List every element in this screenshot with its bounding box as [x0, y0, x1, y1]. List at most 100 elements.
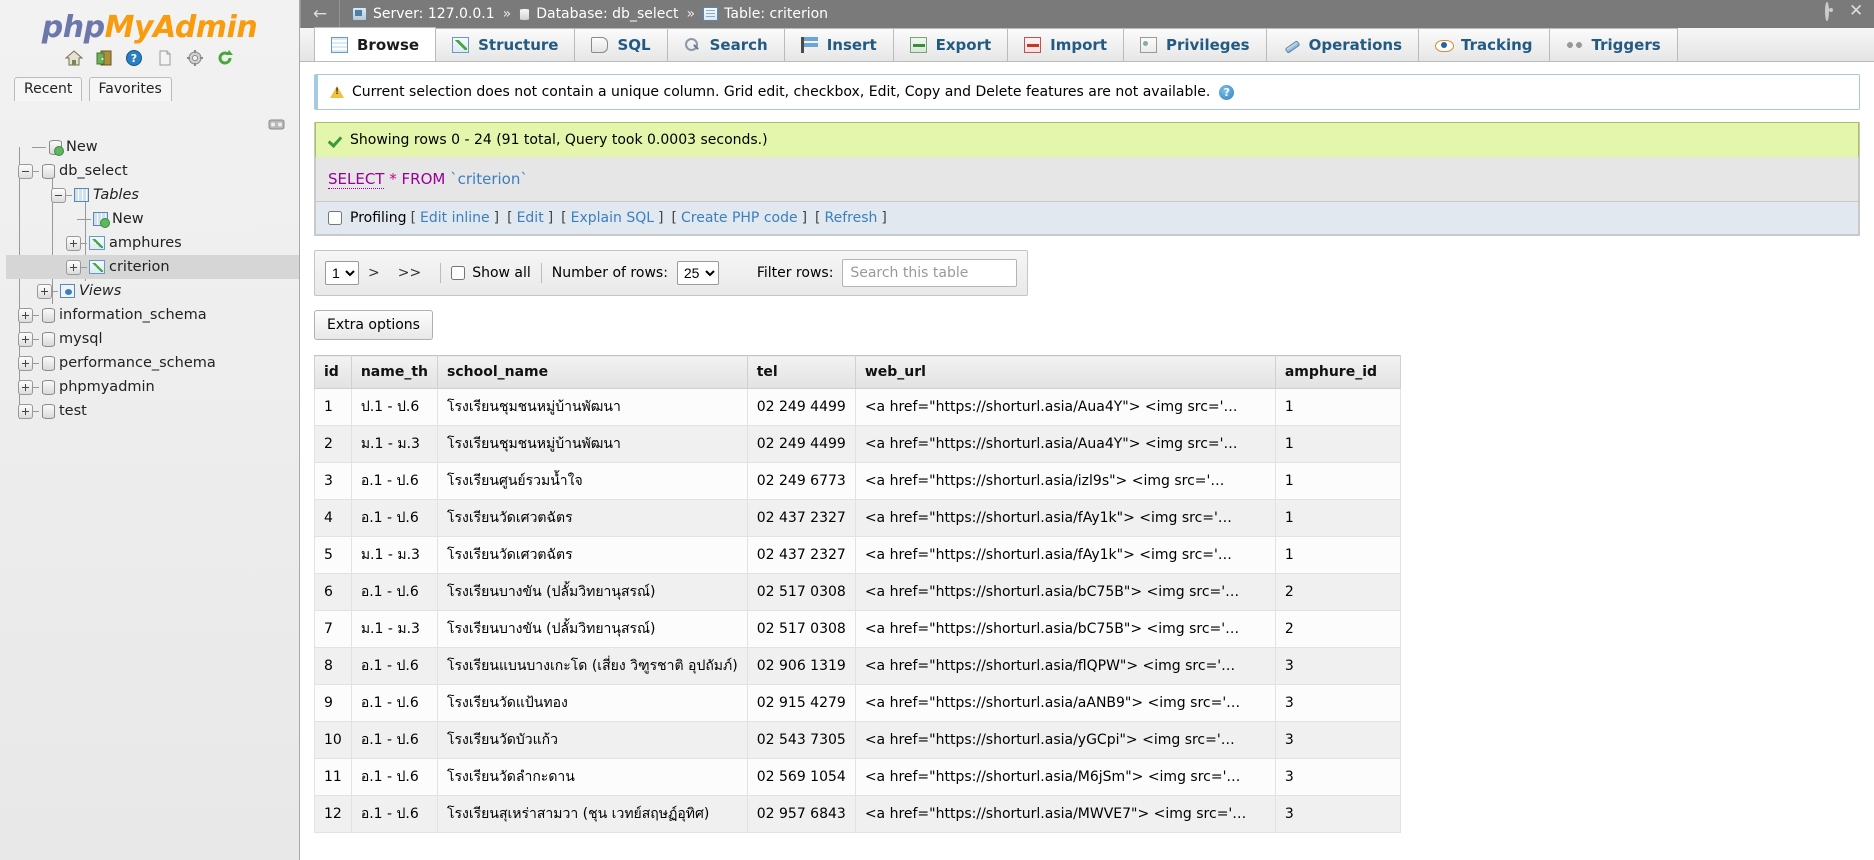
collapse-toggle-icon[interactable]: [18, 164, 33, 179]
table-row[interactable]: 8อ.1 - ป.6โรงเรียนแบนบางเกะโด (เสี่ยง วิ…: [315, 648, 1401, 685]
tab-label: Tracking: [1461, 36, 1533, 54]
tree-node-mysql[interactable]: mysql: [6, 327, 299, 351]
tree-node-new-database[interactable]: New: [6, 135, 299, 159]
home-icon[interactable]: [65, 49, 83, 67]
browse-icon: [331, 37, 348, 53]
help-icon[interactable]: ?: [1219, 85, 1234, 100]
tree-node-tables[interactable]: Tables: [6, 183, 299, 207]
breadcrumb-server[interactable]: Server: 127.0.0.1: [373, 6, 495, 22]
create-php-code-link[interactable]: Create PHP code: [681, 210, 798, 226]
column-header-school-name[interactable]: school_name: [437, 356, 747, 389]
refresh-link[interactable]: Refresh: [825, 210, 878, 226]
rows-per-page-select[interactable]: 25: [677, 261, 719, 285]
favorites-tab[interactable]: Favorites: [89, 77, 172, 101]
edit-inline-link[interactable]: Edit inline: [420, 210, 490, 226]
breadcrumb-table[interactable]: Table: criterion: [724, 6, 828, 22]
tab-privileges[interactable]: Privileges: [1124, 28, 1267, 61]
recent-tab[interactable]: Recent: [14, 77, 82, 101]
expand-toggle-icon[interactable]: [18, 356, 33, 371]
table-row[interactable]: 11อ.1 - ป.6โรงเรียนวัดลำกะดาน02 569 1054…: [315, 759, 1401, 796]
column-header-web-url[interactable]: web_url: [855, 356, 1275, 389]
column-header-name-th[interactable]: name_th: [351, 356, 437, 389]
show-all-checkbox[interactable]: [451, 266, 465, 280]
expand-toggle-icon[interactable]: [18, 380, 33, 395]
table-row[interactable]: 7ม.1 - ม.3โรงเรียนบางขัน (ปลั้มวิทยานุสร…: [315, 611, 1401, 648]
tab-insert[interactable]: Insert: [785, 28, 894, 61]
bracket-open: [: [503, 210, 516, 226]
sync-icon[interactable]: [268, 118, 285, 131]
cell-id: 4: [315, 500, 352, 537]
settings-gear-icon[interactable]: [186, 49, 204, 67]
tree-node-phpmyadmin[interactable]: phpmyadmin: [6, 375, 299, 399]
next-page-button[interactable]: >: [359, 263, 389, 283]
tree-node-views[interactable]: Views: [6, 279, 299, 303]
notice-text: Current selection does not contain a uni…: [352, 84, 1210, 100]
table-row[interactable]: 12อ.1 - ป.6โรงเรียนสุเหร่าสามวา (ชุน เวท…: [315, 796, 1401, 833]
breadcrumb-separator: »: [679, 6, 704, 22]
sql-keyword-from: FROM: [402, 170, 446, 188]
tree-node-performance-schema[interactable]: performance_schema: [6, 351, 299, 375]
cell-web-url: <a href="https://shorturl.asia/flQPW"> <…: [855, 648, 1275, 685]
collapse-toggle-icon[interactable]: [51, 188, 66, 203]
table-icon: [89, 236, 105, 250]
page-select[interactable]: 1: [325, 261, 359, 285]
show-all-toggle[interactable]: Show all: [451, 265, 531, 281]
extra-options-button[interactable]: Extra options: [314, 310, 433, 340]
tab-structure[interactable]: Structure: [436, 28, 575, 61]
documentation-icon[interactable]: [156, 49, 174, 67]
breadcrumb-database[interactable]: Database: db_select: [536, 6, 678, 22]
tab-operations[interactable]: Operations: [1267, 28, 1419, 61]
tab-label: Privileges: [1166, 36, 1250, 54]
help-icon[interactable]: ?: [125, 49, 143, 67]
settings-gear-icon[interactable]: [1825, 4, 1842, 21]
tab-search[interactable]: Search: [668, 28, 785, 61]
profiling-checkbox[interactable]: [328, 211, 342, 225]
tree-node-amphures[interactable]: amphures: [6, 231, 299, 255]
edit-link[interactable]: Edit: [517, 210, 544, 226]
tab-import[interactable]: Import: [1008, 28, 1124, 61]
tree-node-test[interactable]: test: [6, 399, 299, 423]
close-icon[interactable]: ✕: [1849, 4, 1866, 21]
cell-id: 3: [315, 463, 352, 500]
cell-tel: 02 249 4499: [747, 389, 855, 426]
table-row[interactable]: 6อ.1 - ป.6โรงเรียนบางขัน (ปลั้มวิทยานุสร…: [315, 574, 1401, 611]
tab-triggers[interactable]: Triggers: [1550, 28, 1678, 61]
tree-connector: [77, 219, 91, 220]
expand-toggle-icon[interactable]: [66, 236, 81, 251]
expand-toggle-icon[interactable]: [18, 308, 33, 323]
tab-label: Triggers: [1592, 36, 1661, 54]
back-button[interactable]: ←: [300, 0, 340, 28]
table-row[interactable]: 1ป.1 - ป.6โรงเรียนชุมชนหมู่บ้านพัฒนา02 2…: [315, 389, 1401, 426]
table-row[interactable]: 9อ.1 - ป.6โรงเรียนวัดแป้นทอง02 915 4279<…: [315, 685, 1401, 722]
logout-icon[interactable]: [95, 49, 113, 67]
tab-export[interactable]: Export: [894, 28, 1009, 61]
expand-toggle-icon[interactable]: [18, 332, 33, 347]
column-header-id[interactable]: id: [315, 356, 352, 389]
filter-rows-input[interactable]: [842, 259, 1017, 287]
column-header-tel[interactable]: tel: [747, 356, 855, 389]
tree-node-criterion[interactable]: criterion: [6, 255, 299, 279]
expand-toggle-icon[interactable]: [66, 260, 81, 275]
last-page-button[interactable]: >>: [389, 263, 430, 283]
tab-tracking[interactable]: Tracking: [1419, 28, 1550, 61]
table-row[interactable]: 10อ.1 - ป.6โรงเรียนวัดบัวแก้ว02 543 7305…: [315, 722, 1401, 759]
table-row[interactable]: 4อ.1 - ป.6โรงเรียนวัดเศวตฉัตร02 437 2327…: [315, 500, 1401, 537]
explain-sql-link[interactable]: Explain SQL: [571, 210, 654, 226]
tree-connector: [33, 171, 39, 172]
reload-icon[interactable]: [216, 49, 234, 67]
expand-toggle-icon[interactable]: [18, 404, 33, 419]
table-row[interactable]: 3อ.1 - ป.6โรงเรียนศูนย์รวมน้ำใจ02 249 67…: [315, 463, 1401, 500]
cell-amphure-id: 1: [1275, 389, 1400, 426]
table-row[interactable]: 2ม.1 - ม.3โรงเรียนชุมชนหมู่บ้านพัฒนา02 2…: [315, 426, 1401, 463]
tree-node-db-select[interactable]: db_select: [6, 159, 299, 183]
tree-node-new-table[interactable]: New: [6, 207, 299, 231]
sql-keyword-select[interactable]: SELECT: [328, 170, 384, 189]
tree-node-information-schema[interactable]: information_schema: [6, 303, 299, 327]
phpmyadmin-logo[interactable]: phpMyAdmin: [0, 0, 299, 47]
tab-browse[interactable]: Browse: [314, 27, 436, 61]
column-header-amphure-id[interactable]: amphure_id: [1275, 356, 1400, 389]
tab-sql[interactable]: SQL: [575, 28, 667, 61]
table-row[interactable]: 5ม.1 - ม.3โรงเรียนวัดเศวตฉัตร02 437 2327…: [315, 537, 1401, 574]
expand-toggle-icon[interactable]: [37, 284, 52, 299]
sql-icon: [591, 37, 608, 53]
